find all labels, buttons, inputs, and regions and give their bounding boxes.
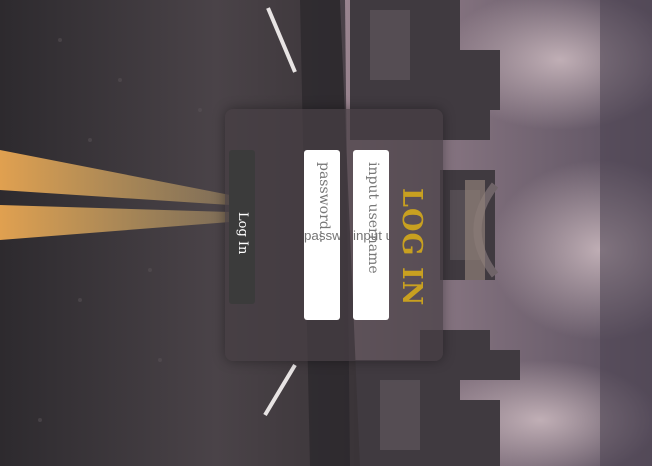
username-field[interactable]: input username <box>353 150 389 320</box>
username-input[interactable] <box>353 150 389 320</box>
login-button-label: Log In <box>235 212 250 255</box>
password-input[interactable] <box>304 150 340 320</box>
password-field[interactable]: password... <box>304 150 340 320</box>
login-button[interactable]: Log In <box>229 150 255 304</box>
login-title-text: LOG IN <box>396 188 427 307</box>
